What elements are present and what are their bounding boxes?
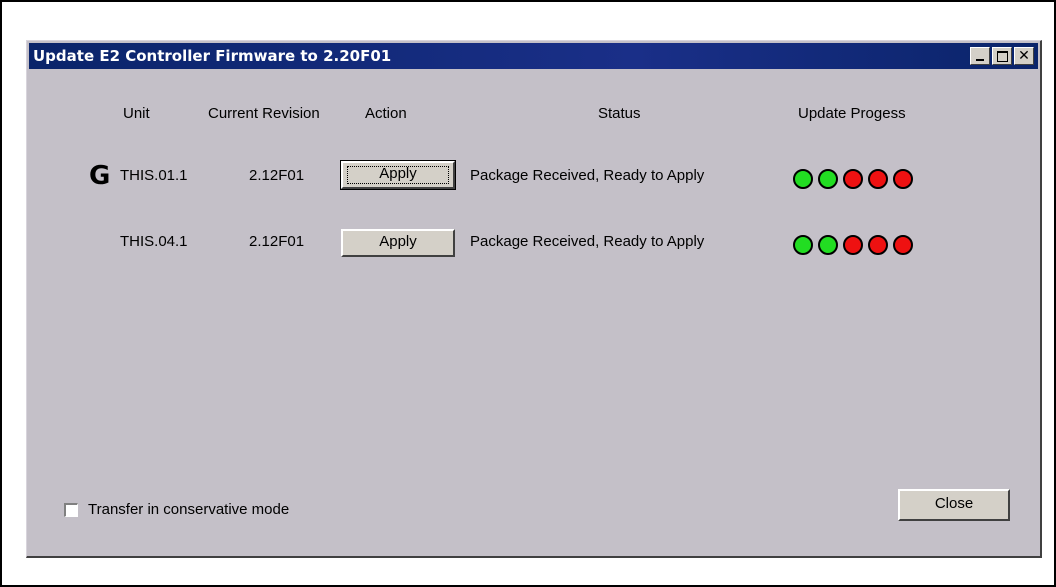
minimize-button[interactable] <box>970 47 990 65</box>
minimize-icon <box>976 59 984 61</box>
progress-dot <box>843 235 863 255</box>
gateway-marker: G <box>89 161 111 191</box>
apply-button[interactable]: Apply <box>340 160 456 190</box>
unit-cell: THIS.04.1 <box>120 233 188 250</box>
progress-dot <box>893 235 913 255</box>
conservative-mode-checkbox[interactable] <box>64 502 78 517</box>
status-cell: Package Received, Ready to Apply <box>470 233 705 250</box>
progress-dot <box>868 235 888 255</box>
column-header-unit: Unit <box>123 105 150 122</box>
status-cell: Package Received, Ready to Apply <box>470 167 705 184</box>
progress-dot <box>793 169 813 189</box>
conservative-mode-option[interactable]: Transfer in conservative mode <box>64 501 289 518</box>
conservative-mode-label: Transfer in conservative mode <box>88 501 290 518</box>
column-header-action: Action <box>365 105 407 122</box>
revision-cell: 2.12F01 <box>249 167 305 184</box>
revision-cell: 2.12F01 <box>249 233 305 250</box>
progress-dot <box>868 169 888 189</box>
apply-button[interactable]: Apply <box>341 229 455 257</box>
title-bar[interactable]: Update E2 Controller Firmware to 2.20F01… <box>29 43 1038 69</box>
window-title: Update E2 Controller Firmware to 2.20F01 <box>33 47 392 65</box>
progress-dot <box>818 235 838 255</box>
column-header-status: Status <box>598 105 641 122</box>
unit-cell: THIS.01.1 <box>120 167 188 184</box>
apply-button-label: Apply <box>379 233 417 250</box>
close-button-label: Close <box>934 495 974 512</box>
maximize-button[interactable] <box>992 47 1012 65</box>
apply-button-label: Apply <box>379 165 417 182</box>
maximize-icon <box>997 51 1008 62</box>
column-header-update-progress: Update Progess <box>798 105 906 122</box>
column-header-current-revision: Current Revision <box>208 105 320 122</box>
close-button[interactable]: Close <box>898 489 1010 521</box>
firmware-update-dialog: Update E2 Controller Firmware to 2.20F01… <box>26 40 1042 558</box>
progress-indicator <box>793 235 913 255</box>
progress-dot <box>893 169 913 189</box>
progress-dot <box>843 169 863 189</box>
window-controls: ✕ <box>970 47 1034 65</box>
progress-indicator <box>793 169 913 189</box>
progress-dot <box>793 235 813 255</box>
close-icon: ✕ <box>1018 48 1030 64</box>
close-window-button[interactable]: ✕ <box>1014 47 1034 65</box>
progress-dot <box>818 169 838 189</box>
